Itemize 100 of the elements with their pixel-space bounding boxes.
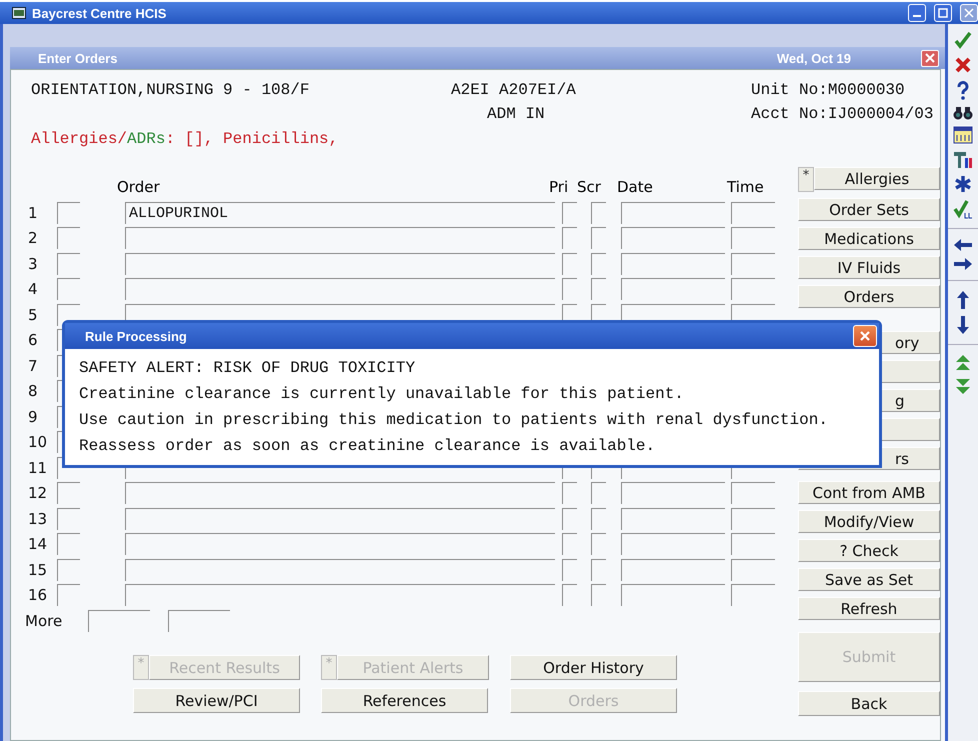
time-field[interactable] [731, 584, 775, 606]
check-all-icon[interactable] [953, 199, 973, 219]
side-button[interactable]: Order Sets [798, 198, 940, 221]
input-field[interactable] [562, 482, 577, 504]
date-field[interactable] [621, 584, 725, 606]
order-field[interactable] [125, 584, 555, 606]
time-field[interactable] [731, 482, 775, 504]
input-field[interactable] [562, 533, 577, 556]
window-title: Baycrest Centre HCIS [32, 6, 166, 20]
double-up-icon[interactable] [955, 354, 971, 372]
left-arrow-icon[interactable] [953, 238, 973, 252]
date-field[interactable] [621, 202, 725, 224]
date-field[interactable] [621, 252, 725, 275]
minimize-button[interactable] [908, 4, 926, 22]
input-field[interactable] [591, 227, 606, 250]
column-header: Date [617, 178, 653, 196]
maximize-button[interactable] [934, 4, 952, 22]
date-field[interactable] [621, 227, 725, 250]
input-field[interactable] [562, 278, 577, 300]
input-field[interactable] [591, 252, 606, 275]
input-field[interactable] [57, 584, 80, 606]
side-button[interactable]: Modify/View [798, 510, 940, 533]
double-down-icon[interactable] [955, 377, 971, 395]
time-field[interactable] [731, 278, 775, 300]
input-field[interactable] [562, 558, 577, 581]
row-number: 15 [27, 560, 48, 579]
asterisk-icon[interactable] [953, 174, 973, 194]
close-button[interactable] [853, 325, 877, 347]
up-arrow-icon[interactable] [956, 290, 970, 310]
date-field[interactable] [621, 482, 725, 504]
time-field[interactable] [731, 558, 775, 581]
alert-text: SAFETY ALERT: RISK OF DRUG TOXICITY [79, 358, 416, 379]
close-button[interactable] [960, 4, 978, 22]
action-button[interactable]: References [321, 688, 488, 713]
input-field[interactable] [88, 610, 150, 632]
action-button[interactable]: Order History [510, 655, 677, 680]
side-button[interactable]: ? Check [798, 539, 940, 562]
time-field[interactable] [731, 227, 775, 250]
side-button[interactable]: Orders [798, 285, 940, 308]
date-field[interactable] [621, 558, 725, 581]
input-field[interactable] [57, 278, 80, 300]
time-field[interactable] [731, 508, 775, 530]
input-field[interactable] [591, 508, 606, 530]
date-field[interactable] [621, 508, 725, 530]
action-button[interactable]: Review/PCI [133, 688, 300, 713]
order-field[interactable] [125, 227, 555, 250]
back-button[interactable]: Back [798, 691, 940, 716]
input-field[interactable] [591, 533, 606, 556]
order-field[interactable] [125, 482, 555, 504]
side-button[interactable]: Save as Set [798, 568, 940, 591]
row-number: 13 [27, 510, 48, 528]
input-field[interactable] [562, 584, 577, 606]
maximize-icon [938, 8, 948, 18]
check-icon[interactable] [953, 30, 973, 50]
input-field[interactable] [168, 610, 230, 632]
time-field[interactable] [731, 202, 775, 224]
close-button[interactable] [921, 50, 939, 66]
order-field[interactable] [125, 533, 555, 556]
order-field[interactable] [125, 558, 555, 581]
input-field[interactable] [562, 508, 577, 530]
binoculars-icon[interactable] [953, 105, 973, 121]
tools-icon[interactable] [953, 149, 973, 169]
alert-text: Reassess order as soon as creatinine clearance is available. [79, 436, 656, 457]
close-icon[interactable] [953, 55, 973, 75]
input-field[interactable] [57, 533, 80, 556]
unit-number: Unit No:M0000030 [751, 80, 906, 101]
input-field[interactable] [591, 202, 606, 224]
input-field[interactable] [591, 584, 606, 606]
patient-name: ORIENTATION,NURSING 9 - 108/F [31, 80, 310, 101]
right-arrow-icon[interactable] [953, 257, 973, 271]
order-field[interactable]: ALLOPURINOL [125, 202, 555, 224]
side-button[interactable]: Allergies [814, 167, 940, 190]
date-field[interactable] [621, 278, 725, 300]
alert-text: Creatinine clearance is currently unavailable for this patient. [79, 384, 684, 405]
side-button[interactable]: Cont from AMB [798, 481, 940, 504]
input-field[interactable] [562, 252, 577, 275]
input-field[interactable] [562, 227, 577, 250]
input-field[interactable] [562, 202, 577, 224]
input-field[interactable] [57, 202, 80, 224]
order-field[interactable] [125, 252, 555, 275]
input-field[interactable] [57, 227, 80, 250]
input-field[interactable] [591, 278, 606, 300]
side-button[interactable]: Medications [798, 227, 940, 250]
input-field[interactable] [57, 558, 80, 581]
side-button[interactable]: Refresh [798, 597, 940, 620]
input-field[interactable] [57, 252, 80, 275]
order-field[interactable] [125, 508, 555, 530]
down-arrow-icon[interactable] [956, 315, 970, 335]
input-field[interactable] [591, 558, 606, 581]
date-field[interactable] [621, 533, 725, 556]
time-field[interactable] [731, 252, 775, 275]
input-field[interactable] [57, 508, 80, 530]
input-field[interactable] [591, 482, 606, 504]
time-field[interactable] [731, 533, 775, 556]
close-icon [964, 8, 974, 18]
calendar-icon[interactable] [953, 126, 973, 144]
order-field[interactable] [125, 278, 555, 300]
input-field[interactable] [57, 482, 80, 504]
side-button[interactable]: IV Fluids [798, 256, 940, 279]
minimize-icon [913, 15, 921, 17]
